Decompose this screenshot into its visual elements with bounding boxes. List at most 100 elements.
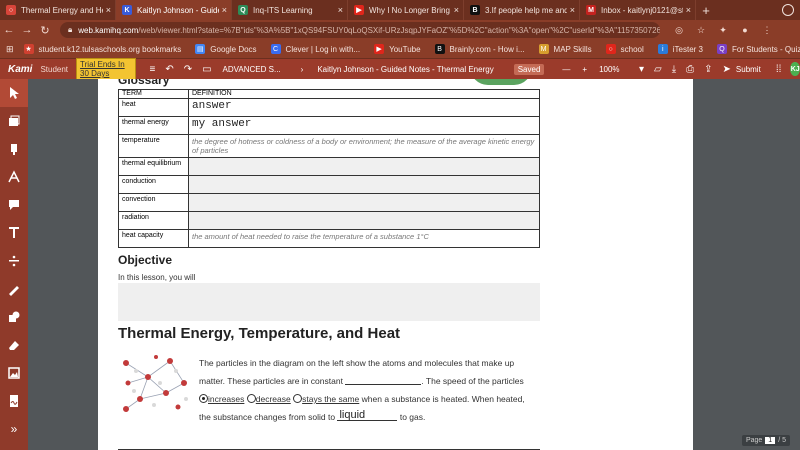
term-cell: heat capacity [118,229,189,248]
equation-icon[interactable] [0,247,28,275]
profile-icon[interactable]: ● [738,23,752,37]
select-tool-icon[interactable] [0,79,28,107]
highlighter-icon[interactable] [0,135,28,163]
send-icon[interactable]: ➤ [723,64,731,75]
submit-button[interactable]: Submit [736,65,761,74]
print-icon[interactable]: ⎙ [686,64,694,75]
zoom-value[interactable]: 100% [599,65,628,74]
blank-answer: liquid [339,409,366,421]
markup-tool-icon[interactable] [0,107,28,135]
option-stays-the-same[interactable]: stays the same [302,394,359,404]
zoom-out-button[interactable]: — [562,65,570,74]
bookmark-favicon-icon: ○ [605,44,616,54]
trial-badge[interactable]: Trial Ends In 30 Days [76,58,137,80]
definition-cell[interactable]: the degree of hotness or coldness of a b… [188,134,540,158]
radio-decrease[interactable] [246,394,256,403]
option-increases[interactable]: increases [208,394,244,404]
tab-search-icon[interactable] [782,4,794,16]
role-label: Student [40,64,69,74]
user-avatar[interactable]: KJ [790,62,800,76]
open-folder-icon[interactable]: ▱ [654,64,662,75]
breadcrumb-folder[interactable]: ADVANCED S... [223,65,281,74]
tab-close-icon[interactable]: × [686,5,691,15]
definition-cell[interactable] [188,157,540,176]
glossary-table: TERM DEFINITION heat answer thermal energy… [118,89,540,248]
apps-grid-icon[interactable]: ⊞ [6,44,14,55]
text-tool-icon[interactable] [0,219,28,247]
document-page: Glossary TERM DEFINITION heat answer therm… [98,79,693,450]
browser-tab[interactable]: Q Inq-ITS Learning × [232,0,348,20]
tab-title: Why I No Longer Bring M... [369,5,451,15]
para-text: matter. These particles are in constant [199,376,343,386]
objective-answer-box[interactable] [118,283,540,321]
tab-close-icon[interactable]: × [454,5,459,15]
table-row: conduction [118,175,540,194]
radio-stays-the-same[interactable] [293,394,303,403]
new-tab-button[interactable]: + [696,0,716,20]
collapse-sidebar-icon[interactable]: » [0,415,28,443]
menu-dots-icon[interactable]: ⋮ [760,23,774,37]
menu-icon[interactable]: ≡ [149,64,155,75]
eraser-icon[interactable] [0,331,28,359]
definition-cell[interactable]: my answer [188,116,540,135]
tab-close-icon[interactable]: × [570,5,575,15]
definition-cell[interactable] [188,211,540,230]
bookmark-label: school [620,44,644,54]
undo-icon[interactable]: ↶ [165,64,173,75]
para-line-1: The particles in the diagram on the left… [199,358,515,368]
folder-icon[interactable]: ▭ [202,64,211,75]
tab-close-icon[interactable]: × [222,5,227,15]
bookmark-item[interactable]: ▶ YouTube [374,44,421,54]
tab-close-icon[interactable]: × [106,5,111,15]
redo-icon[interactable]: ↷ [184,64,192,75]
image-icon[interactable] [0,359,28,387]
zoom-in-button[interactable]: + [582,65,587,74]
shapes-icon[interactable] [0,303,28,331]
option-decrease[interactable]: decrease [256,394,291,404]
definition-cell[interactable]: answer [188,98,540,117]
bookmark-favicon-icon: ▤ [195,44,206,54]
kami-toolbar: Kami Student Trial Ends In 30 Days ≡ ↶ ↷… [0,58,800,80]
browser-tab[interactable]: ○ Thermal Energy and He...× [0,0,116,20]
forward-arrow-icon[interactable]: → [18,24,36,36]
bookmark-item[interactable]: ▤ Google Docs [195,44,257,54]
browser-tab[interactable]: B 3.If people help me and... × [464,0,580,20]
document-viewport[interactable]: Glossary TERM DEFINITION heat answer therm… [28,79,800,450]
bookmark-item[interactable]: ★ student.k12.tulsaschools.org bookmarks [23,44,181,54]
zoom-dropdown-icon[interactable]: ▾ [639,64,644,75]
url-field[interactable]: 🔒︎ web.kamihq.com /web/viewer.html?state… [60,22,660,38]
share-icon[interactable]: ⇪ [704,64,712,75]
apps-icon[interactable]: ⁞⁞ [776,64,782,75]
signature-icon[interactable] [0,387,28,415]
back-arrow-icon[interactable]: ← [0,24,18,36]
definition-cell[interactable] [188,193,540,212]
browser-tab[interactable]: K Kaitlyn Johnson - Guided...× [116,0,232,20]
star-icon[interactable]: ☆ [694,23,708,37]
reload-icon[interactable]: ↻ [36,24,54,37]
page-total: / 5 [778,437,786,444]
extensions-icon[interactable]: ✦ [716,23,730,37]
table-row: heat capacity the amount of heat needed t… [118,229,540,248]
browser-tab[interactable]: M Inbox - kaitlynj0121@st... × [580,0,696,20]
bookmark-item[interactable]: B Brainly.com - How i... [434,44,525,54]
tab-close-icon[interactable]: × [338,5,343,15]
table-row: heat answer [118,98,540,117]
browser-tab[interactable]: ▶ Why I No Longer Bring M...× [348,0,464,20]
comment-icon[interactable] [0,191,28,219]
google-lens-icon[interactable]: ◎ [672,23,686,37]
definition-cell[interactable] [188,175,540,194]
bookmark-item[interactable]: i iTester 3 [657,44,703,54]
radio-increases[interactable] [199,394,208,403]
bookmark-item[interactable]: C Clever | Log in with... [270,44,360,54]
text-markup-icon[interactable] [0,163,28,191]
blank-state[interactable]: liquid [337,409,398,421]
blank-motion[interactable] [345,375,422,385]
bookmark-item[interactable]: Q For Students - Quizi... [716,44,800,54]
bookmark-item[interactable]: ○ school [605,44,644,54]
page-number-input[interactable]: 1 [765,437,776,444]
bookmark-item[interactable]: M MAP Skills [538,44,592,54]
tab-favicon-icon: M [586,5,596,15]
definition-cell[interactable]: the amount of heat needed to raise the t… [188,229,540,248]
download-icon[interactable]: ⤓ [672,64,676,75]
drawing-icon[interactable] [0,275,28,303]
